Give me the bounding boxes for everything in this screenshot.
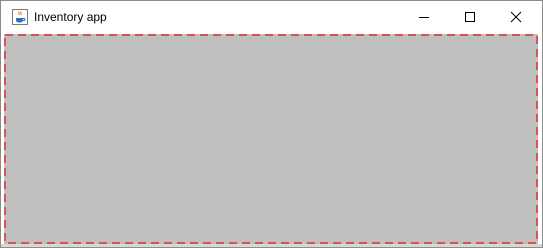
minimize-icon bbox=[419, 17, 429, 18]
close-icon bbox=[510, 11, 522, 23]
dashed-border bbox=[4, 34, 538, 244]
app-window: Inventory app bbox=[0, 0, 543, 248]
java-coffee-cup-icon[interactable] bbox=[12, 9, 28, 25]
content-panel bbox=[4, 34, 538, 244]
maximize-icon bbox=[465, 12, 475, 22]
close-button[interactable] bbox=[493, 1, 539, 33]
window-title: Inventory app bbox=[34, 10, 107, 24]
status-strip bbox=[1, 244, 542, 247]
maximize-button[interactable] bbox=[447, 1, 493, 33]
minimize-button[interactable] bbox=[401, 1, 447, 33]
title-bar[interactable]: Inventory app bbox=[1, 1, 542, 33]
